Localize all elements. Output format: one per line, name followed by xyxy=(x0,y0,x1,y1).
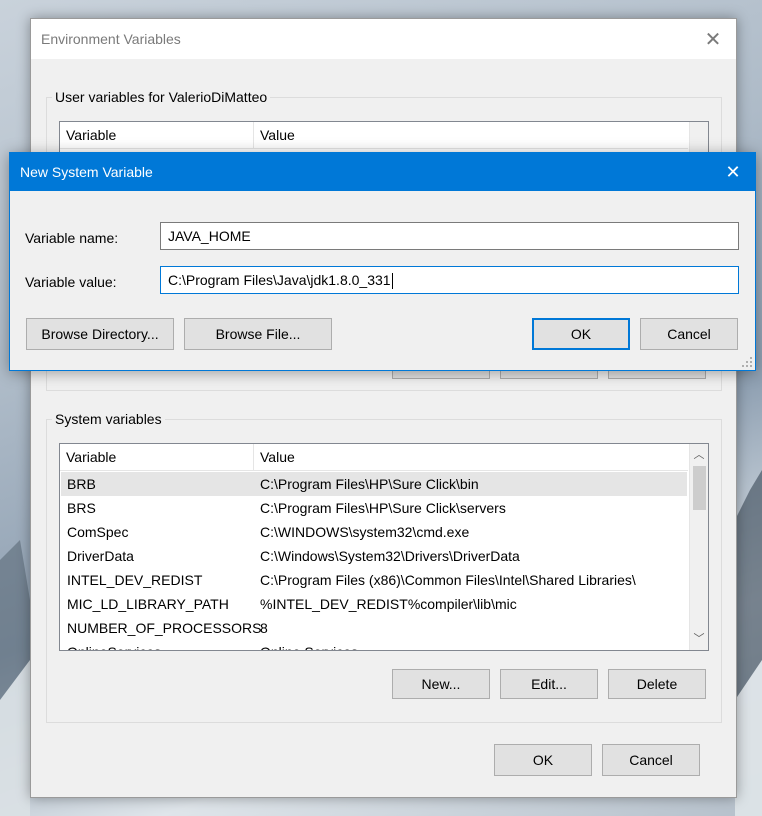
dialog-title: New System Variable xyxy=(20,164,153,180)
table-row[interactable]: BRS C:\Program Files\HP\Sure Click\serve… xyxy=(61,496,687,520)
table-row[interactable]: INTEL_DEV_REDIST C:\Program Files (x86)\… xyxy=(61,568,687,592)
text-caret xyxy=(391,273,393,290)
dialog-cancel-button[interactable]: Cancel xyxy=(640,318,738,350)
variable-name-input[interactable]: JAVA_HOME xyxy=(160,222,739,250)
env-window-title: Environment Variables xyxy=(41,31,181,47)
row-value: C:\Program Files\HP\Sure Click\bin xyxy=(260,476,479,492)
row-variable: INTEL_DEV_REDIST xyxy=(67,572,203,588)
system-new-button[interactable]: New... xyxy=(392,669,490,699)
row-value: Online Services xyxy=(254,640,358,650)
cancel-button[interactable]: Cancel xyxy=(602,744,700,776)
row-value: 8 xyxy=(260,620,268,636)
environment-variables-window: Environment Variables ✕ User variables f… xyxy=(30,18,737,798)
chevron-down-icon[interactable]: ﹀ xyxy=(690,630,708,648)
browse-directory-button[interactable]: Browse Directory... xyxy=(26,318,174,350)
table-row[interactable]: ComSpec C:\WINDOWS\system32\cmd.exe xyxy=(61,520,687,544)
row-value: C:\Program Files (x86)\Common Files\Inte… xyxy=(260,572,636,588)
row-variable: ComSpec xyxy=(67,524,129,540)
column-header-variable[interactable]: Variable xyxy=(60,122,254,148)
column-header-variable[interactable]: Variable xyxy=(60,444,254,470)
dialog-titlebar: New System Variable ✕ xyxy=(10,153,755,191)
browse-file-button[interactable]: Browse File... xyxy=(184,318,332,350)
resize-grip-icon[interactable] xyxy=(741,356,753,368)
row-value: C:\Program Files\HP\Sure Click\servers xyxy=(260,500,506,516)
system-list-scrollbar[interactable]: ︿ ﹀ xyxy=(689,444,708,650)
close-icon[interactable]: ✕ xyxy=(690,19,736,59)
row-value: C:\Windows\System32\Drivers\DriverData xyxy=(260,548,520,564)
column-header-value[interactable]: Value xyxy=(254,444,295,470)
row-value: C:\WINDOWS\system32\cmd.exe xyxy=(260,524,470,540)
system-variables-list[interactable]: Variable Value BRB C:\Program Files\HP\S… xyxy=(59,443,709,651)
row-variable: OnlineServices xyxy=(61,640,254,650)
table-row[interactable]: OnlineServices Online Services xyxy=(61,640,687,650)
dialog-ok-button[interactable]: OK xyxy=(532,318,630,350)
variable-value-input[interactable]: C:\Program Files\Java\jdk1.8.0_331 xyxy=(160,266,739,294)
scrollbar-thumb[interactable] xyxy=(693,466,706,510)
variable-value-text: C:\Program Files\Java\jdk1.8.0_331 xyxy=(168,272,391,288)
row-variable: DriverData xyxy=(67,548,134,564)
user-list-header: Variable Value xyxy=(60,122,688,149)
variable-name-label: Variable name: xyxy=(25,230,119,246)
ok-button[interactable]: OK xyxy=(494,744,592,776)
row-variable: BRS xyxy=(67,500,96,516)
table-row[interactable]: NUMBER_OF_PROCESSORS 8 xyxy=(61,616,687,640)
system-variables-label: System variables xyxy=(55,411,162,427)
row-variable: BRB xyxy=(67,476,96,492)
chevron-up-icon[interactable]: ︿ xyxy=(690,446,708,464)
env-window-titlebar: Environment Variables ✕ xyxy=(31,19,736,59)
user-variables-label: User variables for ValerioDiMatteo xyxy=(55,89,268,105)
column-header-value[interactable]: Value xyxy=(254,122,295,148)
row-variable: MIC_LD_LIBRARY_PATH xyxy=(67,596,229,612)
system-delete-button[interactable]: Delete xyxy=(608,669,706,699)
system-edit-button[interactable]: Edit... xyxy=(500,669,598,699)
new-system-variable-dialog: New System Variable ✕ Variable name: JAV… xyxy=(9,152,756,371)
table-row[interactable]: MIC_LD_LIBRARY_PATH %INTEL_DEV_REDIST%co… xyxy=(61,592,687,616)
close-icon[interactable]: ✕ xyxy=(711,153,755,191)
table-row[interactable]: DriverData C:\Windows\System32\Drivers\D… xyxy=(61,544,687,568)
system-list-header: Variable Value xyxy=(60,444,688,471)
variable-value-label: Variable value: xyxy=(25,274,117,290)
row-variable: NUMBER_OF_PROCESSORS xyxy=(67,620,262,636)
row-value: %INTEL_DEV_REDIST%compiler\lib\mic xyxy=(260,596,517,612)
table-row[interactable]: BRB C:\Program Files\HP\Sure Click\bin xyxy=(61,472,687,496)
